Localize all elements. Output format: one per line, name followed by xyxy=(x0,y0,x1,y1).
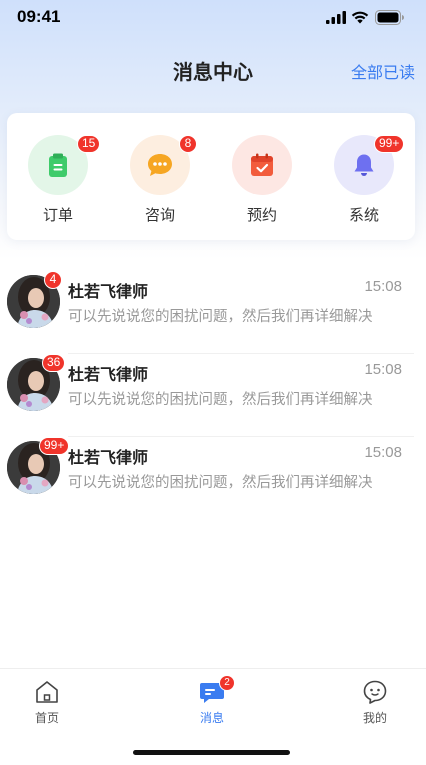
tab-profile[interactable]: 我的 xyxy=(335,669,415,729)
battery-icon xyxy=(375,10,404,25)
category-system[interactable]: 99+ 系统 xyxy=(324,113,405,240)
category-card: 15 订单 8 咨询 预约 99+ 系统 xyxy=(7,113,415,240)
status-time: 09:41 xyxy=(17,7,61,26)
mark-all-read-button[interactable]: 全部已读 xyxy=(351,59,415,83)
sender-name: 杜若飞律师 xyxy=(68,448,149,467)
messages-badge: 2 xyxy=(219,675,235,691)
message-preview: 可以先说说您的困扰问题，然后我们再详细解决 xyxy=(68,392,373,408)
tab-home[interactable]: 首页 xyxy=(7,669,87,729)
home-icon xyxy=(36,681,58,703)
unread-badge: 36 xyxy=(42,354,66,372)
category-label: 订单 xyxy=(42,206,73,224)
appointment-calendar-icon xyxy=(251,153,273,176)
message-item[interactable]: 99+ 杜若飞律师 15:08 可以先说说您的困扰问题，然后我们再详细解决 xyxy=(0,437,426,520)
unread-badge: 4 xyxy=(44,271,62,289)
sender-name: 杜若飞律师 xyxy=(68,282,149,301)
system-bell-icon xyxy=(354,154,374,176)
category-appointment-icon-bg xyxy=(232,135,292,195)
consult-chat-icon xyxy=(148,154,172,176)
consult-badge: 8 xyxy=(179,135,197,153)
signal-icon xyxy=(326,11,346,24)
wifi-icon xyxy=(351,11,369,24)
category-label: 系统 xyxy=(348,206,379,224)
message-item[interactable]: 36 杜若飞律师 15:08 可以先说说您的困扰问题，然后我们再详细解决 xyxy=(0,354,426,437)
category-consult[interactable]: 8 咨询 xyxy=(120,113,200,240)
message-item[interactable]: 4 杜若飞律师 15:08 可以先说说您的困扰问题，然后我们再详细解决 xyxy=(0,271,426,354)
home-indicator xyxy=(133,750,290,755)
message-time: 15:08 xyxy=(364,361,402,378)
tab-label: 消息 xyxy=(199,711,224,725)
tab-label: 我的 xyxy=(362,711,387,725)
category-label: 预约 xyxy=(246,206,277,224)
category-orders[interactable]: 15 订单 xyxy=(18,113,101,240)
category-appointment[interactable]: 预约 xyxy=(222,113,302,240)
orders-badge: 15 xyxy=(77,135,101,153)
sender-name: 杜若飞律师 xyxy=(68,365,149,384)
status-bar: 09:41 xyxy=(0,0,426,36)
message-preview: 可以先说说您的困扰问题，然后我们再详细解决 xyxy=(68,475,373,491)
system-badge: 99+ xyxy=(374,135,405,153)
message-time: 15:08 xyxy=(364,444,402,461)
unread-badge: 99+ xyxy=(39,437,70,455)
message-preview: 可以先说说您的困扰问题，然后我们再详细解决 xyxy=(68,309,373,325)
tab-messages[interactable]: 2 消息 xyxy=(172,669,252,729)
message-time: 15:08 xyxy=(364,278,402,295)
order-clipboard-icon xyxy=(49,153,67,177)
tab-label: 首页 xyxy=(34,711,59,725)
profile-icon xyxy=(363,680,387,704)
category-label: 咨询 xyxy=(144,206,175,224)
